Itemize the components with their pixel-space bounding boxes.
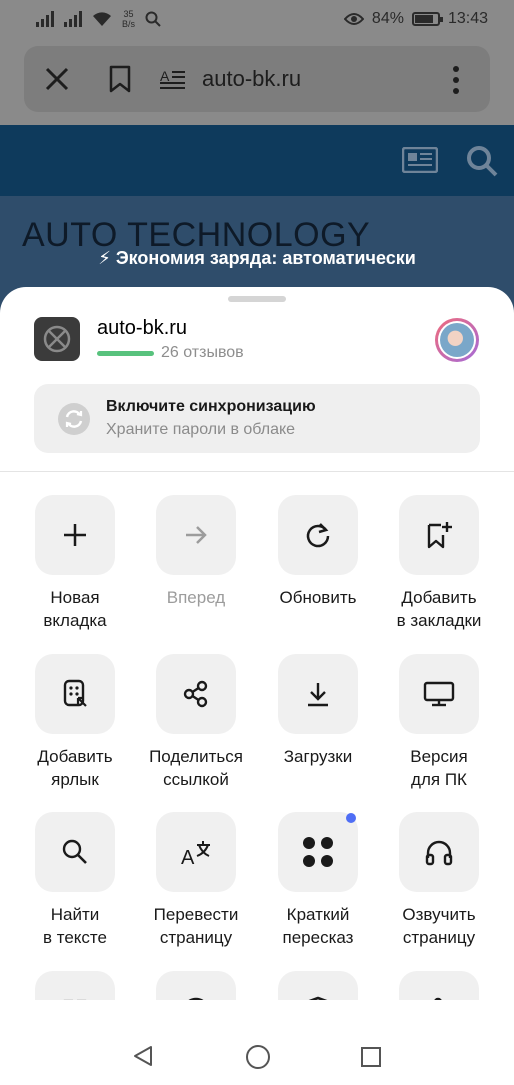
site-name[interactable]: auto-bk.ru [97, 317, 187, 340]
reviews-link[interactable]: 26 отзывов [161, 344, 244, 362]
add-bookmark-label: Добавить в закладки [396, 588, 482, 630]
refresh-button[interactable]: Обновить [257, 495, 379, 645]
desktop-version-button[interactable]: Версия для ПК [378, 654, 500, 804]
status-right: 84% 13:43 [343, 10, 488, 28]
downloads-button[interactable]: Загрузки [257, 654, 379, 804]
plus-icon [64, 524, 86, 546]
add-shortcut-label: Добавить ярлык [37, 747, 113, 789]
new-tab-label: Новая вкладка [43, 588, 107, 630]
sheet-drag-handle[interactable] [228, 296, 286, 302]
translate-page-button[interactable]: A Перевести страницу [135, 812, 257, 962]
translate-page-label: Перевести страницу [153, 905, 239, 947]
share-link-button[interactable]: Поделиться ссылкой [135, 654, 257, 804]
site-header [0, 125, 514, 196]
bookmark-add-icon [427, 522, 452, 549]
net-speed-unit: B/s [122, 19, 136, 29]
share-link-label: Поделиться ссылкой [149, 747, 243, 789]
close-icon[interactable] [44, 66, 70, 92]
translate-icon: A [181, 841, 210, 867]
eye-comfort-icon [343, 13, 364, 25]
sync-card[interactable]: Включите синхронизацию Храните пароли в … [34, 384, 480, 453]
read-aloud-label: Озвучить страницу [402, 905, 476, 947]
add-bookmark-button[interactable]: Добавить в закладки [378, 495, 500, 645]
sync-subtitle: Храните пароли в облаке [106, 421, 296, 438]
search-icon [62, 839, 87, 864]
desktop-version-label: Версия для ПК [410, 747, 468, 789]
forward-label: Вперед [166, 588, 226, 607]
battery-percent: 84% [371, 10, 404, 27]
battery-saver-notice: ⚡ Экономия заряда: автоматически [98, 248, 416, 268]
sync-title: Включите синхронизацию [106, 398, 316, 415]
headphones-icon [425, 840, 453, 866]
browser-toolbar: A auto-bk.ru [0, 40, 514, 125]
site-logo [34, 317, 80, 361]
browser-menu-sheet: auto-bk.ru 26 отзывов Включите синхрониз… [0, 287, 514, 1000]
read-aloud-button[interactable]: Озвучить страницу [378, 812, 500, 962]
find-in-page-label: Найти в тексте [43, 905, 107, 947]
battery-icon [411, 12, 443, 26]
signal-icon-2 [64, 11, 82, 27]
shortcut-icon [63, 679, 87, 707]
reader-mode-icon[interactable]: A [160, 68, 186, 90]
avatar[interactable] [435, 318, 479, 362]
sync-icon [58, 403, 90, 435]
new-tab-button[interactable]: Новая вкладка [14, 495, 136, 645]
address-bar[interactable]: A auto-bk.ru [24, 46, 490, 112]
home-icon[interactable] [245, 1044, 271, 1070]
summary-icon [303, 837, 333, 867]
search-status-icon [145, 11, 161, 27]
arrow-right-icon [186, 526, 207, 544]
site-favicon-icon [43, 325, 71, 353]
status-left: 35 B/s [36, 9, 161, 29]
share-icon [183, 680, 208, 708]
new-feature-badge [346, 813, 356, 823]
site-search-icon[interactable] [466, 145, 498, 177]
extensions-button[interactable] [378, 971, 500, 1000]
summary-label: Краткий пересказ [282, 905, 354, 947]
system-nav-bar [0, 1000, 514, 1085]
desktop-icon [423, 681, 455, 707]
find-in-page-button[interactable]: Найти в тексте [14, 812, 136, 962]
net-speed: 35 B/s [122, 9, 135, 29]
refresh-icon [306, 523, 330, 548]
download-icon [308, 683, 328, 707]
news-icon[interactable] [402, 147, 438, 173]
open-in-app-button[interactable] [14, 971, 136, 1000]
add-shortcut-button[interactable]: Добавить ярлык [14, 654, 136, 804]
recent-apps-icon[interactable] [360, 1046, 382, 1068]
net-speed-value: 35 [123, 9, 134, 19]
clock: 13:43 [447, 10, 488, 27]
protection-button[interactable] [257, 971, 379, 1000]
forward-button[interactable]: Вперед [135, 495, 257, 645]
block-ads-button[interactable] [135, 971, 257, 1000]
more-menu-icon[interactable] [442, 64, 470, 96]
summary-button[interactable]: Краткий пересказ [257, 812, 379, 962]
battery-fill [414, 15, 434, 23]
back-icon[interactable] [131, 1044, 155, 1068]
status-bar: 35 B/s 84% 13:43 [0, 0, 514, 40]
signal-icon [36, 11, 54, 27]
svg-text:A: A [181, 847, 195, 867]
downloads-label: Загрузки [283, 747, 353, 766]
svg-text:A: A [160, 68, 170, 84]
divider [0, 471, 514, 472]
wifi-icon [93, 12, 111, 26]
refresh-label: Обновить [279, 588, 357, 607]
url-text[interactable]: auto-bk.ru [202, 66, 301, 92]
rating-bar [97, 351, 154, 356]
bookmark-icon[interactable] [108, 65, 132, 93]
